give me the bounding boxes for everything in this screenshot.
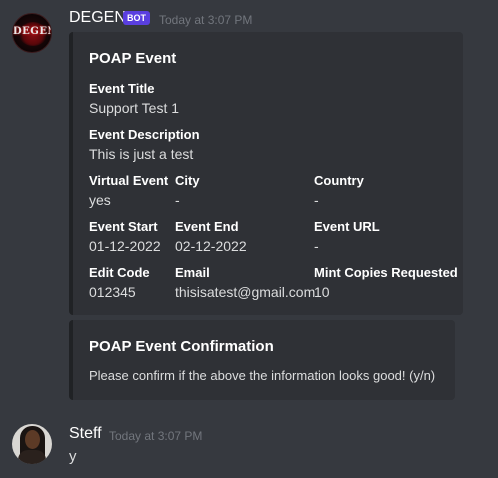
field-value: -: [175, 192, 180, 208]
field-edit-code: Edit Code 012345: [89, 264, 150, 301]
user-username[interactable]: Steff: [69, 425, 102, 443]
avatar-body: [18, 450, 46, 464]
field-event-title: Event Title Support Test 1: [89, 80, 179, 117]
field-value: thisisatest@gmail.com: [175, 284, 316, 300]
field-value: yes: [89, 192, 111, 208]
user-avatar[interactable]: [12, 424, 52, 464]
field-event-end: Event End 02-12-2022: [175, 218, 247, 255]
field-value: -: [314, 192, 319, 208]
avatar-logo-text: DEGEN: [13, 26, 51, 37]
embed-description: Please confirm if the above the informat…: [89, 368, 436, 383]
field-virtual-event: Virtual Event yes: [89, 172, 168, 209]
field-name: Event End: [175, 219, 239, 234]
field-email: Email thisisatest@gmail.com: [175, 264, 315, 301]
avatar-face: [25, 430, 40, 449]
field-value: 01-12-2022: [89, 238, 161, 254]
field-name: Country: [314, 173, 364, 188]
embed-title: POAP Event Confirmation: [89, 338, 274, 355]
field-city: City -: [175, 172, 200, 209]
field-name: Edit Code: [89, 265, 150, 280]
poap-event-embed: POAP Event Event Title Support Test 1 Ev…: [69, 32, 463, 315]
user-timestamp[interactable]: Today at 3:07 PM: [109, 429, 202, 443]
bot-tag-badge: BOT: [123, 11, 150, 25]
field-name: City: [175, 173, 200, 188]
field-value: 012345: [89, 284, 136, 300]
field-value: 10: [314, 284, 330, 300]
field-event-description: Event Description This is just a test: [89, 126, 200, 163]
field-name: Email: [175, 265, 210, 280]
field-name: Event URL: [314, 219, 380, 234]
field-country: Country -: [314, 172, 364, 209]
field-name: Mint Copies Requested: [314, 265, 458, 280]
bot-avatar[interactable]: DEGEN: [12, 13, 52, 53]
field-name: Event Title: [89, 81, 155, 96]
bot-username[interactable]: DEGEN: [69, 9, 126, 27]
poap-confirmation-embed: POAP Event Confirmation Please confirm i…: [69, 320, 455, 400]
field-name: Event Description: [89, 127, 200, 142]
embed-title: POAP Event: [89, 50, 177, 67]
bot-timestamp[interactable]: Today at 3:07 PM: [159, 13, 252, 27]
field-name: Event Start: [89, 219, 158, 234]
field-value: Support Test 1: [89, 100, 180, 116]
field-value: 02-12-2022: [175, 238, 247, 254]
field-event-start: Event Start 01-12-2022: [89, 218, 161, 255]
field-event-url: Event URL -: [314, 218, 380, 255]
field-mint-copies: Mint Copies Requested 10: [314, 264, 458, 301]
field-value: -: [314, 238, 319, 254]
user-message-text: y: [69, 448, 77, 465]
field-value: This is just a test: [89, 146, 194, 162]
field-name: Virtual Event: [89, 173, 169, 188]
